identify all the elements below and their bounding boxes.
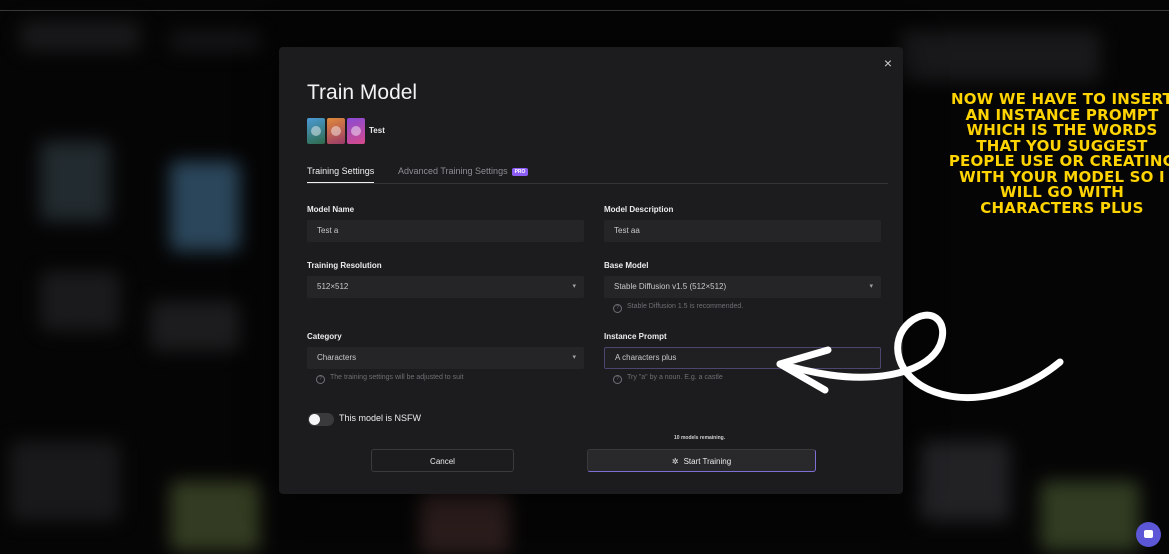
- start-training-button[interactable]: ✲ Start Training: [587, 449, 816, 472]
- close-icon[interactable]: ×: [884, 55, 892, 71]
- info-circle-icon: ?: [316, 375, 325, 384]
- tab-advanced-training-settings[interactable]: Advanced Training Settings PRO: [398, 166, 529, 176]
- train-model-dialog: × Train Model Test Training Settings Adv…: [279, 47, 903, 494]
- training-resolution-select[interactable]: 512×512 ▾: [307, 276, 584, 298]
- models-remaining-text: 10 models remaining.: [674, 435, 726, 441]
- chevron-down-icon: ▾: [572, 283, 576, 290]
- category-label: Category: [307, 332, 342, 341]
- instance-prompt-hint-text: Try "a" by a noun. E.g. a castle: [627, 374, 723, 381]
- category-hint-text: The training settings will be adjusted t…: [330, 374, 464, 381]
- subject-name: Test: [369, 126, 385, 135]
- start-training-label: Start Training: [683, 457, 732, 466]
- chat-bubble-icon: [1144, 530, 1153, 538]
- base-model-label: Base Model: [604, 261, 649, 270]
- chat-button[interactable]: [1136, 522, 1161, 547]
- base-model-select[interactable]: Stable Diffusion v1.5 (512×512) ▾: [604, 276, 881, 298]
- base-model-hint: ? Stable Diffusion 1.5 is recommended.: [613, 303, 743, 313]
- dialog-title: Train Model: [307, 81, 418, 104]
- training-images-thumbnails: [307, 118, 367, 144]
- base-model-hint-text: Stable Diffusion 1.5 is recommended.: [627, 303, 744, 310]
- model-name-label: Model Name: [307, 205, 355, 214]
- thumbnail-image: [307, 118, 325, 144]
- chevron-down-icon: ▾: [869, 283, 873, 290]
- instance-prompt-hint: ? Try "a" by a noun. E.g. a castle: [613, 374, 723, 384]
- category-value: Characters: [317, 353, 357, 362]
- model-name-input[interactable]: Test a: [307, 220, 584, 242]
- settings-tabs: Training Settings Advanced Training Sett…: [307, 162, 888, 184]
- info-circle-icon: ?: [613, 375, 622, 384]
- tutorial-annotation-text: NOW WE HAVE TO INSERT AN INSTANCE PROMPT…: [948, 90, 1169, 217]
- instance-prompt-label: Instance Prompt: [604, 332, 667, 341]
- tab-training-settings[interactable]: Training Settings: [307, 166, 375, 183]
- model-description-input[interactable]: Test aa: [604, 220, 881, 242]
- info-circle-icon: ?: [613, 304, 622, 313]
- sparkle-icon: ✲: [671, 457, 679, 466]
- category-select[interactable]: Characters ▾: [307, 347, 584, 369]
- training-resolution-label: Training Resolution: [307, 261, 382, 270]
- training-resolution-value: 512×512: [317, 282, 349, 291]
- nsfw-toggle[interactable]: [308, 413, 334, 426]
- model-description-label: Model Description: [604, 205, 674, 214]
- hand-drawn-arrow: [776, 311, 1064, 401]
- tab-advanced-label: Advanced Training Settings: [398, 166, 508, 176]
- category-hint: ? The training settings will be adjusted …: [316, 374, 463, 384]
- cancel-button[interactable]: Cancel: [371, 449, 514, 472]
- chevron-down-icon: ▾: [572, 354, 576, 361]
- base-model-value: Stable Diffusion v1.5 (512×512): [614, 282, 727, 291]
- pro-badge: PRO: [511, 168, 529, 176]
- thumbnail-image: [347, 118, 365, 144]
- thumbnail-image: [327, 118, 345, 144]
- toggle-knob: [309, 414, 320, 425]
- nsfw-toggle-label: This model is NSFW: [339, 413, 422, 423]
